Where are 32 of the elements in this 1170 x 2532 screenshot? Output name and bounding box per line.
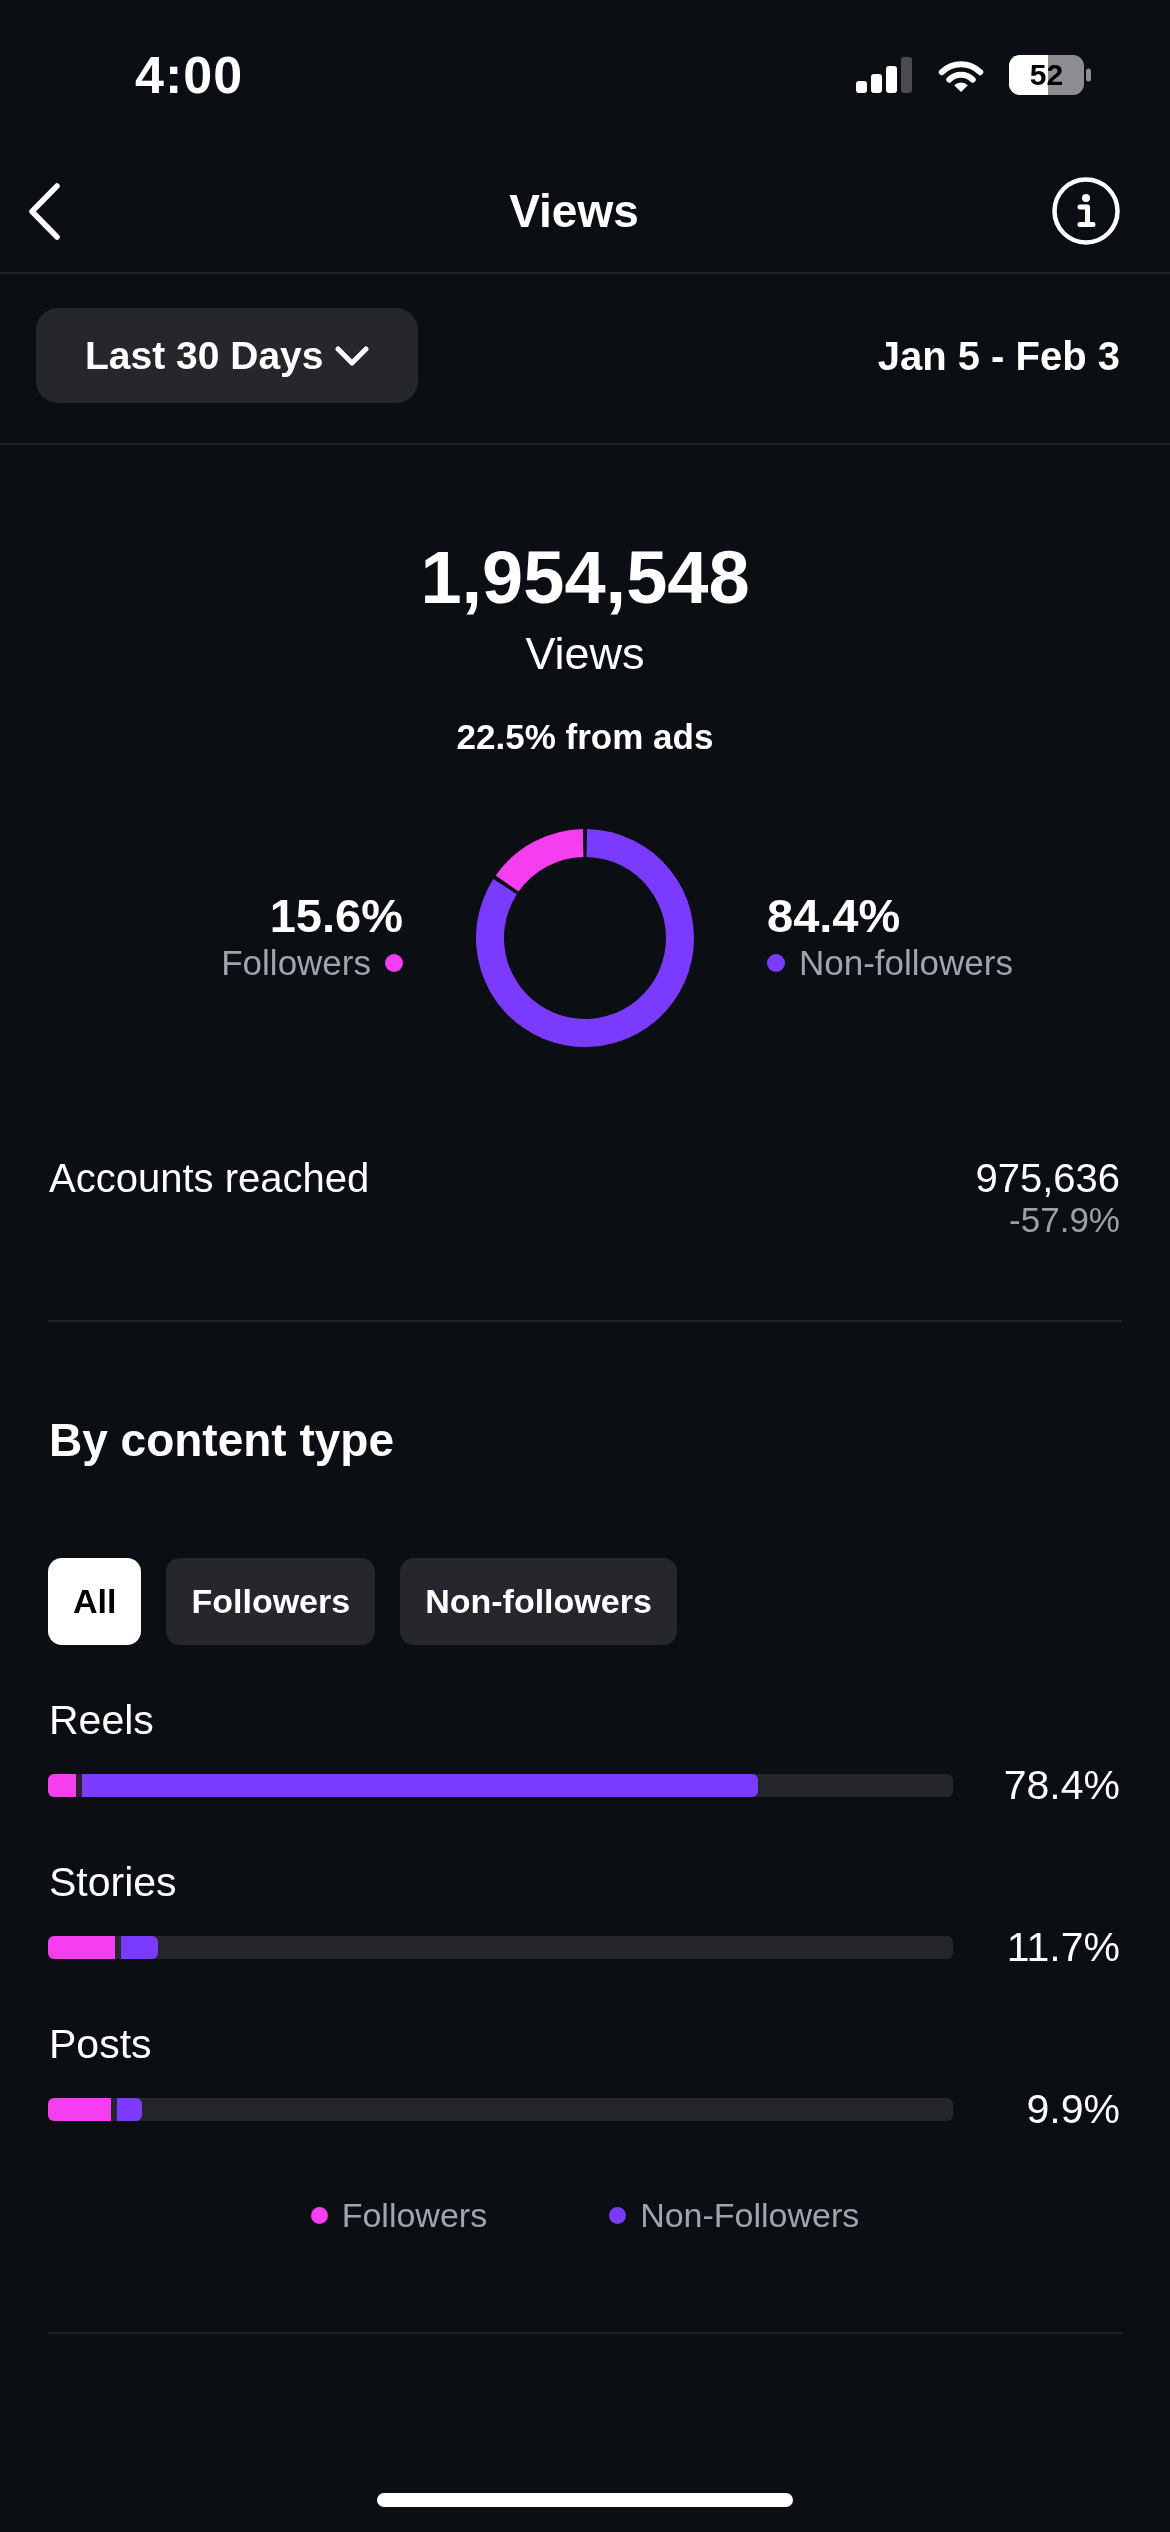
section-title: By content type	[48, 1415, 395, 1465]
battery-icon	[1009, 55, 1091, 95]
total-views-label: Views	[525, 627, 645, 681]
date-range-dropdown[interactable]: Last 30 Days	[36, 308, 419, 403]
content-type-label: Stories	[48, 1859, 177, 1905]
accounts-reached-label: Accounts reached	[49, 1155, 370, 1201]
ads-share-text: 22.5% from ads	[456, 717, 714, 757]
content-type-percent: 11.7%	[1005, 1924, 1121, 1970]
filter-chip[interactable]: Non-followers	[400, 1558, 677, 1645]
audience-percent: 84.4%	[767, 891, 901, 941]
info-icon[interactable]	[1052, 177, 1120, 245]
total-views-value: 1,954,548	[420, 538, 750, 618]
filter-chip[interactable]: All	[48, 1558, 142, 1645]
filter-chip[interactable]: Followers	[166, 1558, 376, 1645]
accounts-reached-change: -57.9%	[1009, 1201, 1120, 1239]
legend-label: Followers	[341, 2195, 488, 2236]
status-time: 4:00	[135, 45, 244, 105]
chevron-icon	[335, 345, 370, 366]
battery-percent: 52	[1029, 59, 1064, 91]
content-type-label: Posts	[48, 2021, 152, 2067]
date-range: Jan 5 - Feb 3	[877, 332, 1120, 380]
legend-label: Non-Followers	[640, 2195, 860, 2236]
content-type-percent: 78.4%	[1002, 1762, 1121, 1808]
accounts-reached-value: 975,636	[975, 1155, 1120, 1201]
audience-label: Followers	[221, 942, 371, 984]
back-icon[interactable]	[28, 182, 61, 240]
audience-label: Non-followers	[799, 942, 1013, 984]
audience-percent: 15.6%	[269, 891, 403, 941]
page-title: Views	[509, 184, 639, 238]
content-type-percent: 9.9%	[1025, 2086, 1121, 2132]
content-type-label: Reels	[48, 1697, 154, 1743]
signal-icon	[856, 57, 913, 93]
